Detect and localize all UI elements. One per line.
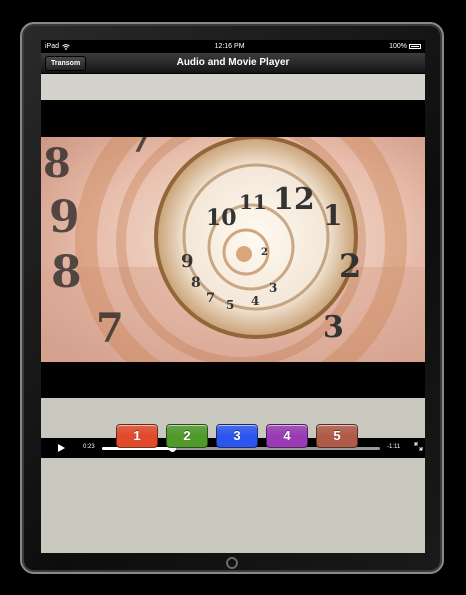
home-button[interactable]: [226, 557, 238, 569]
button-3[interactable]: 3: [216, 424, 258, 448]
battery-group: 100%: [389, 43, 421, 50]
fullscreen-icon[interactable]: [414, 442, 423, 451]
status-left: iPad: [45, 43, 70, 50]
battery-percent: 100%: [389, 43, 407, 50]
video-player[interactable]: 12 1 2 3 10 11 9 8 7 5 4 3 2 8 9 8 7 7 0…: [41, 100, 425, 458]
button-1[interactable]: 1: [116, 424, 158, 448]
screen: iPad 12:16 PM 100% Transom Audio and Mov…: [41, 40, 425, 553]
video-thumbnail: 12 1 2 3 10 11 9 8 7 5 4 3 2 8 9 8 7 7: [41, 137, 425, 362]
video-frame: 12 1 2 3 10 11 9 8 7 5 4 3 2 8 9 8 7 7: [41, 137, 425, 362]
status-time: 12:16 PM: [214, 43, 245, 50]
remaining-time: -1:11: [387, 444, 401, 450]
button-2[interactable]: 2: [166, 424, 208, 448]
button-5[interactable]: 5: [316, 424, 358, 448]
carrier-label: iPad: [45, 43, 60, 50]
number-buttons: 1 2 3 4 5: [116, 424, 358, 448]
wifi-icon: [62, 43, 70, 50]
header-strip: [41, 74, 425, 100]
battery-icon: [408, 44, 421, 49]
status-bar: iPad 12:16 PM 100%: [41, 40, 425, 53]
navigation-bar: Transom Audio and Movie Player: [41, 53, 425, 74]
play-icon[interactable]: [58, 444, 65, 452]
page-title: Audio and Movie Player: [176, 57, 290, 68]
elapsed-time: 0:23: [83, 444, 95, 450]
button-4[interactable]: 4: [266, 424, 308, 448]
